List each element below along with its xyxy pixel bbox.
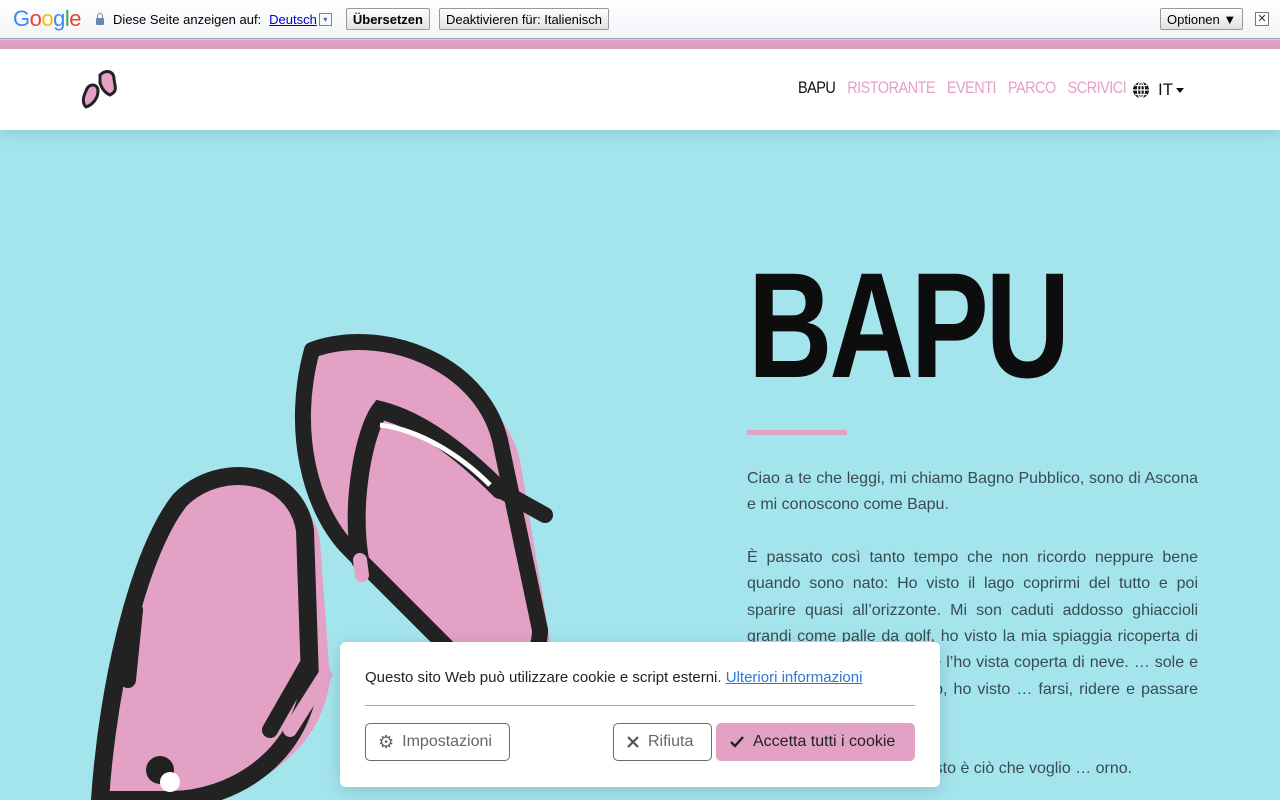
cookie-settings-label: Impostazioni	[402, 733, 492, 750]
close-icon[interactable]: ✕	[1255, 12, 1269, 26]
nav-item-scrivici[interactable]: SCRIVICI	[1068, 78, 1127, 98]
refuse-button[interactable]: Rifiuta	[613, 723, 712, 761]
site-header: BAPU RISTORANTE EVENTI PARCO SCRIVICI IT	[0, 49, 1280, 130]
chevron-down-icon	[1176, 87, 1185, 93]
close-icon	[627, 736, 639, 748]
lock-icon	[95, 13, 105, 25]
translate-bar: Google Diese Seite anzeigen auf: Deutsch…	[0, 0, 1280, 39]
cookie-banner: Questo sito Web può utilizzare cookie e …	[340, 642, 940, 787]
gear-icon: ⚙	[378, 731, 395, 752]
nav-item-parco[interactable]: PARCO	[1008, 78, 1056, 98]
language-selector[interactable]: IT	[1132, 80, 1185, 100]
cookie-message-text: Questo sito Web può utilizzare cookie e …	[365, 669, 722, 686]
disable-translate-button[interactable]: Deaktivieren für: Italienisch	[438, 8, 610, 30]
main-nav: BAPU RISTORANTE EVENTI PARCO SCRIVICI	[798, 78, 1127, 98]
cookie-message: Questo sito Web può utilizzare cookie e …	[365, 669, 862, 686]
language-label: IT	[1158, 80, 1174, 99]
accept-all-button[interactable]: Accetta tutti i cookie	[716, 723, 915, 761]
more-info-link[interactable]: Ulteriori informazioni	[726, 669, 863, 686]
nav-item-bapu[interactable]: BAPU	[798, 78, 836, 98]
options-button[interactable]: Optionen ▼	[1160, 8, 1244, 30]
language-link[interactable]: Deutsch	[269, 12, 317, 27]
check-icon	[730, 736, 744, 748]
accept-all-label: Accetta tutti i cookie	[753, 733, 896, 750]
title-underline	[747, 430, 847, 435]
divider	[365, 705, 915, 706]
nav-item-eventi[interactable]: EVENTI	[947, 78, 997, 98]
intro-paragraph: Ciao a te che leggi, mi chiamo Bagno Pub…	[747, 470, 1198, 514]
nav-item-ristorante[interactable]: RISTORANTE	[847, 78, 935, 98]
google-logo: Google	[13, 6, 82, 31]
cookie-settings-button[interactable]: ⚙ Impostazioni	[365, 723, 510, 761]
accent-stripe	[0, 40, 1280, 49]
refuse-label: Rifiuta	[648, 733, 694, 750]
flipflop-logo-icon[interactable]	[80, 69, 120, 116]
language-dropdown-icon[interactable]: ▾	[318, 12, 332, 26]
globe-icon	[1133, 81, 1149, 99]
page-title: BAPU	[748, 241, 1070, 409]
translate-button[interactable]: Übersetzen	[345, 8, 430, 30]
translate-prompt: Diese Seite anzeigen auf:	[113, 11, 262, 27]
